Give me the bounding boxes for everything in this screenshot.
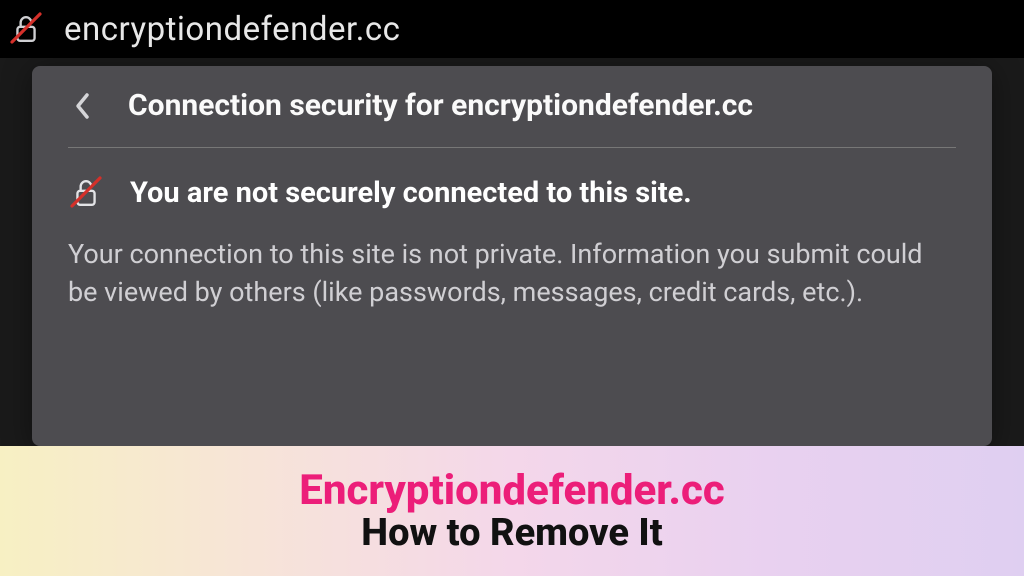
panel-divider [68, 147, 956, 148]
detail-text: Your connection to this site is not priv… [68, 236, 956, 312]
lock-insecure-icon [70, 176, 102, 210]
app-canvas: encryptiondefender.cc SENSORS TECHFORUM … [0, 0, 1024, 576]
url-bar[interactable]: encryptiondefender.cc [0, 0, 1024, 58]
lock-insecure-icon [10, 12, 42, 46]
url-text: encryptiondefender.cc [64, 10, 400, 49]
panel-header: Connection security for encryptiondefend… [68, 88, 956, 123]
security-panel: Connection security for encryptiondefend… [32, 66, 992, 446]
warning-text: You are not securely connected to this s… [130, 176, 692, 210]
footer-subtitle: How to Remove It [361, 511, 662, 555]
footer-band: Encryptiondefender.cc How to Remove It [0, 446, 1024, 576]
footer-title: Encryptiondefender.cc [299, 466, 724, 515]
warning-row: You are not securely connected to this s… [68, 176, 956, 210]
panel-title: Connection security for encryptiondefend… [128, 88, 753, 123]
back-button[interactable] [68, 91, 98, 121]
